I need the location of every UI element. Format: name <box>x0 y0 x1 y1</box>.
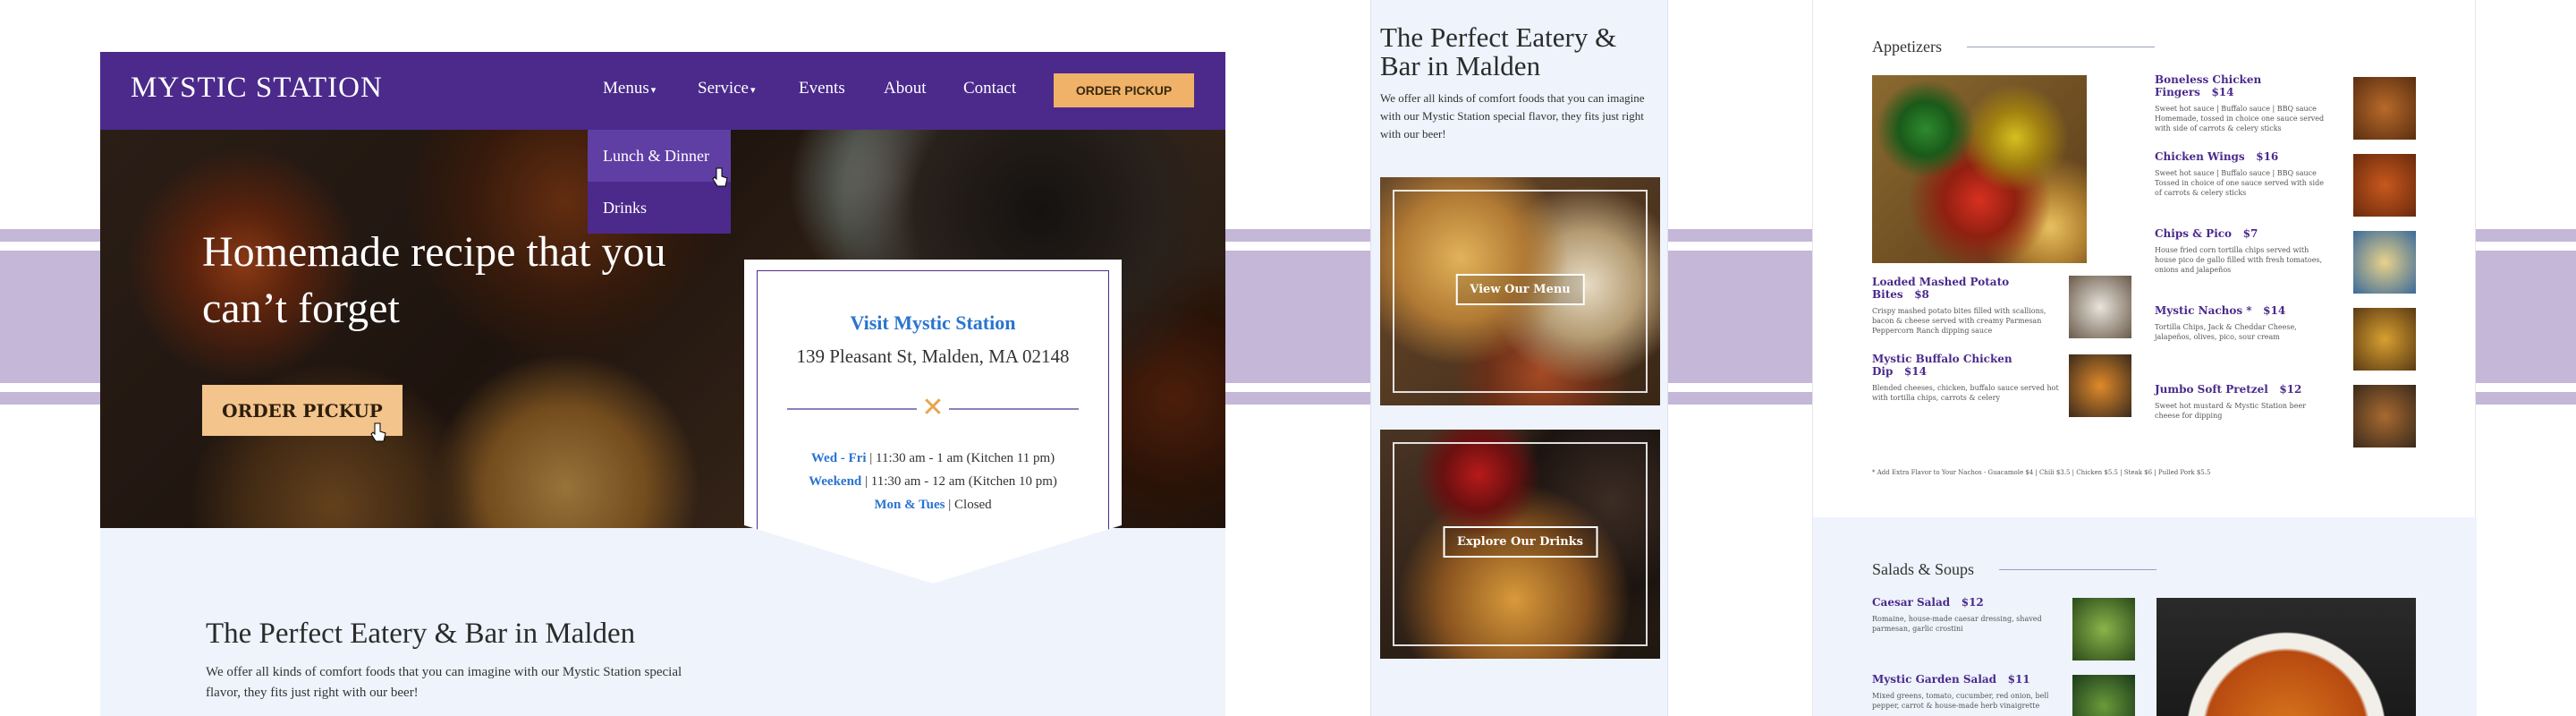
menu-item: Caesar Salad $12 Romaine, house-made caes… <box>1872 596 2042 633</box>
garden-salad-photo <box>2072 675 2135 716</box>
caesar-salad-photo <box>2072 598 2135 661</box>
visit-title[interactable]: Visit Mystic Station <box>744 311 1122 335</box>
menu-item: Mystic Nachos * $14 Tortilla Chips, Jack … <box>2155 304 2297 341</box>
pretzel-photo <box>2353 385 2416 448</box>
visit-card: Visit Mystic Station 139 Pleasant St, Ma… <box>744 260 1122 584</box>
menu-item: Chips & Pico $7 House fried corn tortilla… <box>2155 227 2323 274</box>
soup-photo <box>2157 598 2416 716</box>
site-logo[interactable]: MYSTIC STATION <box>131 72 383 105</box>
footnote: * Add Extra Flavor to Your Nachos - Guac… <box>1872 469 2211 476</box>
hero-title: Homemade recipe that you can’t forget <box>202 228 666 332</box>
menu-item: Boneless Chicken Fingers $14 Sweet hot sa… <box>2155 73 2325 132</box>
mobile-title: The Perfect Eatery & Bar in Malden <box>1380 21 1617 81</box>
divider <box>1999 569 2157 570</box>
nav-about[interactable]: About <box>884 79 927 98</box>
view-menu-button[interactable]: View Our Menu <box>1455 274 1585 305</box>
top-navigation: MYSTIC STATION Menus ▾ Service ▾ Events Ab… <box>100 52 1225 130</box>
caret-down-icon: ▾ <box>650 85 657 96</box>
chips-photo <box>2353 231 2416 294</box>
nav-contact[interactable]: Contact <box>963 79 1016 98</box>
nav-service[interactable]: Service ▾ <box>698 79 756 98</box>
caret-down-icon: ▾ <box>750 85 756 96</box>
menu-item: Mystic Buffalo Chicken Dip $14 Blended ch… <box>1872 353 2059 402</box>
mobile-text: We offer all kinds of comfort foods that… <box>1380 91 1645 141</box>
hours-row: Weekend | 11:30 am - 12 am (Kitchen 10 p… <box>809 474 1057 489</box>
drinks-card[interactable]: Explore Our Drinks <box>1380 430 1660 659</box>
appetizers-heading: Appetizers <box>1872 38 1942 55</box>
menu-item: Chicken Wings $16 Sweet hot sauce | Buffa… <box>2155 150 2324 197</box>
explore-drinks-button[interactable]: Explore Our Drinks <box>1443 526 1597 558</box>
mobile-view: The Perfect Eatery & Bar in Malden We of… <box>1370 0 1668 716</box>
menu-view: Appetizers Boneless Chicken Fingers $14 S… <box>1812 0 2477 716</box>
chicken-fingers-photo <box>2353 77 2416 140</box>
menu-item: Mystic Garden Salad $11 Mixed greens, tom… <box>1872 673 2049 710</box>
visit-address: 139 Pleasant St, Malden, MA 02148 <box>796 345 1070 367</box>
menu-item: Jumbo Soft Pretzel $12 Sweet hot mustard … <box>2155 383 2307 420</box>
menus-dropdown: Lunch & Dinner Drinks <box>588 130 731 234</box>
about-section: The Perfect Eatery & Bar in Malden We of… <box>100 528 1225 716</box>
utensils-icon: ✕ <box>917 392 949 424</box>
potato-bites-photo <box>2069 276 2131 338</box>
nav-events[interactable]: Events <box>799 79 845 98</box>
hand-cursor-icon <box>712 167 728 187</box>
about-text: We offer all kinds of comfort foods that… <box>206 665 682 700</box>
hand-cursor-icon <box>370 422 386 442</box>
chicken-wings-photo <box>2353 154 2416 217</box>
order-pickup-nav-button[interactable]: ORDER PICKUP <box>1054 73 1194 107</box>
dropdown-item-lunch-dinner[interactable]: Lunch & Dinner <box>588 130 731 182</box>
buffalo-dip-photo <box>2069 354 2131 417</box>
hours-row: Mon & Tues | Closed <box>874 498 992 512</box>
dropdown-item-drinks[interactable]: Drinks <box>588 182 731 234</box>
hours-row: Wed - Fri | 11:30 am - 1 am (Kitchen 11 … <box>810 451 1055 465</box>
nav-menus[interactable]: Menus ▾ <box>603 79 656 98</box>
menu-item: Loaded Mashed Potato Bites $8 Crispy mash… <box>1872 276 2046 335</box>
nachos-thumb <box>2353 308 2416 371</box>
about-title: The Perfect Eatery & Bar in Malden <box>206 618 636 650</box>
nachos-photo <box>1872 75 2087 263</box>
salads-heading: Salads & Soups <box>1872 560 1975 578</box>
menu-card[interactable]: View Our Menu <box>1380 177 1660 405</box>
